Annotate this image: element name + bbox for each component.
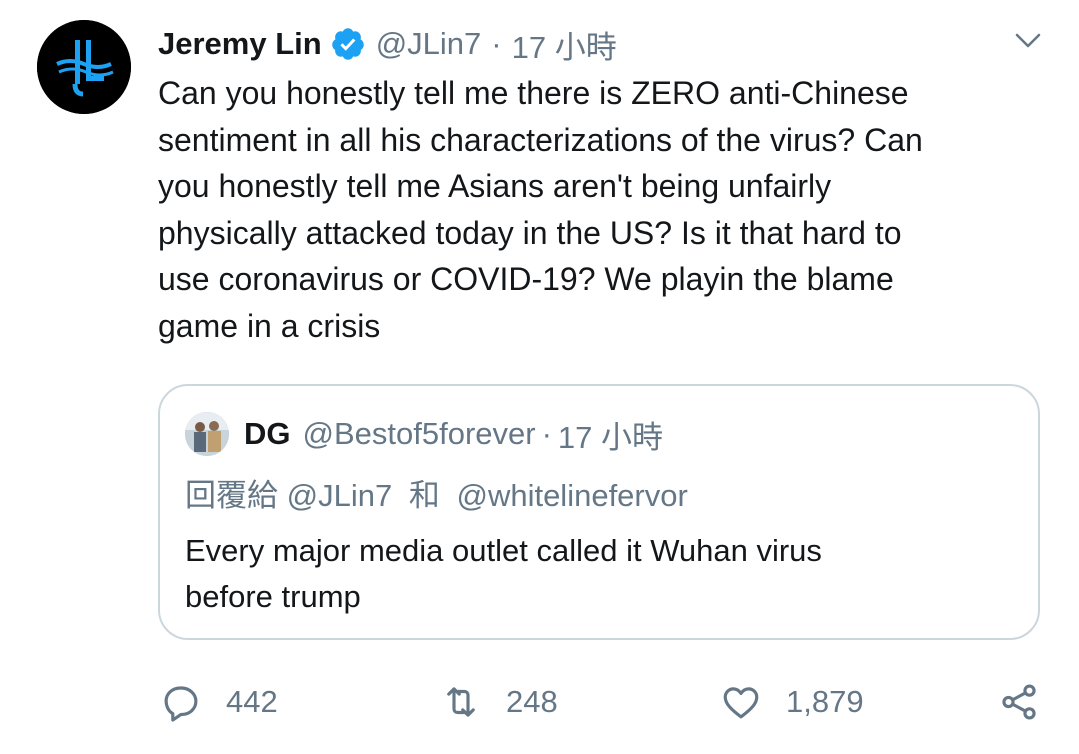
author-name[interactable]: Jeremy Lin xyxy=(158,26,322,62)
quoted-timestamp: 17 小時 xyxy=(557,419,664,455)
retweet-icon xyxy=(447,687,475,717)
reply-mention-2[interactable]: @whitelinefervor xyxy=(456,478,687,513)
avatar[interactable] xyxy=(37,20,131,114)
jl-logo-icon xyxy=(37,20,131,114)
quoted-avatar[interactable] xyxy=(185,412,229,456)
retweet-button[interactable]: 248 xyxy=(440,676,558,728)
verified-badge-icon xyxy=(330,26,366,62)
like-button[interactable]: 1,879 xyxy=(720,676,864,728)
quoted-tweet[interactable]: DG @Bestof5forever · 17 小時 回覆給 @JLin7 和 … xyxy=(158,384,1040,640)
tweet-header: Jeremy Lin @JLin7 · 17 小時 xyxy=(158,22,617,66)
like-count: 1,879 xyxy=(786,684,864,719)
heart-icon xyxy=(723,687,759,719)
retweet-count: 248 xyxy=(506,684,558,719)
reply-button[interactable]: 442 xyxy=(160,676,278,728)
quoted-text: Every major media outlet called it Wuhan… xyxy=(185,533,822,614)
reply-joiner: 和 xyxy=(408,478,440,513)
share-icon xyxy=(1002,684,1036,720)
tweet-text: Can you honestly tell me there is ZERO a… xyxy=(158,75,923,344)
reply-prefix: 回覆給 xyxy=(185,478,278,513)
reply-context: 回覆給 @JLin7 和 @whitelinefervor xyxy=(185,470,688,515)
tweet: Jeremy Lin @JLin7 · 17 小時 Can you honest… xyxy=(0,0,1079,754)
author-handle[interactable]: @JLin7 xyxy=(376,26,482,62)
action-bar: 442 248 1,879 xyxy=(0,676,1079,728)
quoted-header: DG @Bestof5forever · 17 小時 xyxy=(244,412,663,456)
quoted-author-name[interactable]: DG xyxy=(244,416,291,452)
separator-dot: · xyxy=(491,26,502,61)
reply-icon xyxy=(164,686,198,722)
timestamp[interactable]: 17 小時 xyxy=(512,22,617,67)
reply-mention-1[interactable]: @JLin7 xyxy=(287,478,393,513)
share-button[interactable] xyxy=(998,676,1040,728)
chevron-down-icon[interactable] xyxy=(1013,26,1043,56)
reply-count: 442 xyxy=(226,684,278,719)
quoted-author-handle[interactable]: @Bestof5forever xyxy=(303,416,536,452)
separator-dot: · xyxy=(541,416,552,451)
